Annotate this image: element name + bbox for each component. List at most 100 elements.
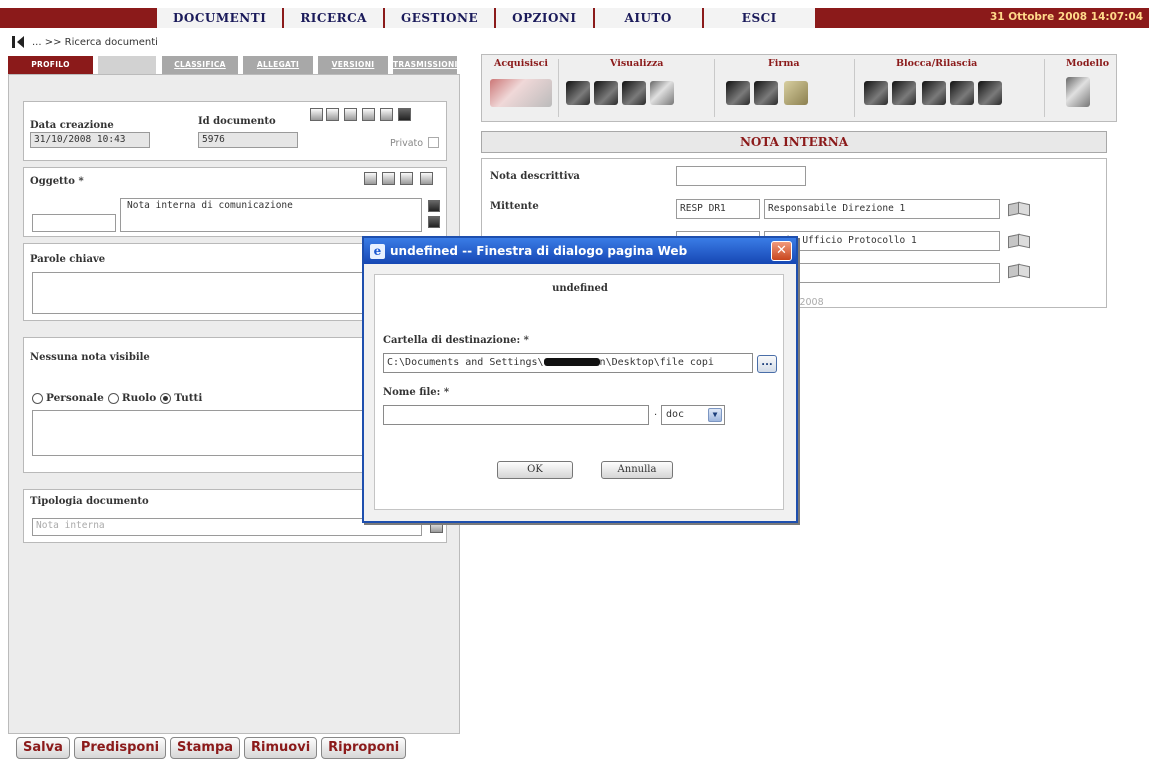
radio-tutti[interactable] [160, 392, 172, 404]
menu-ricerca[interactable]: RICERCA [284, 8, 385, 28]
rimuovi-button[interactable]: Rimuovi [244, 737, 318, 759]
copy-icon[interactable] [326, 108, 339, 121]
oggetto-scroll-up-icon[interactable] [428, 200, 440, 212]
menu-gestione[interactable]: GESTIONE [384, 8, 497, 28]
radio-personale[interactable] [32, 392, 43, 404]
data-creazione-field: 31/10/2008 10:43 [30, 132, 150, 148]
tab-blank[interactable] [98, 56, 156, 74]
print-icon[interactable] [398, 108, 411, 121]
menu-opzioni[interactable]: OPZIONI [496, 8, 595, 28]
oggetto-label: Oggetto * [30, 176, 84, 187]
extension-value: doc [666, 409, 685, 420]
mittente-code-input[interactable]: RESP DR1 [676, 199, 760, 219]
menu-aiuto[interactable]: AIUTO [594, 8, 704, 28]
tipologia-label: Tipologia documento [30, 496, 149, 507]
nota-descrittiva-input[interactable] [676, 166, 806, 186]
conoscenza-input[interactable] [764, 263, 1000, 283]
folder-value-prefix: C:\Documents and Settings\ [387, 357, 544, 368]
oggetto-tool-icon-3[interactable] [400, 172, 413, 185]
radio-ruolo-label: Ruolo [121, 392, 157, 404]
checkout-icon[interactable] [864, 81, 888, 105]
mittente-desc-input[interactable]: Responsabile Direzione 1 [764, 199, 1000, 219]
back-icon[interactable] [12, 36, 24, 48]
lock-icon[interactable] [922, 81, 946, 105]
ie-icon: e [370, 244, 385, 259]
breadcrumb-text[interactable]: ... >> Ricerca documenti [32, 37, 158, 48]
privato-checkbox[interactable] [428, 137, 439, 148]
cosign-icon[interactable] [754, 81, 778, 105]
document-icon[interactable] [362, 108, 375, 121]
riproponi-button[interactable]: Riproponi [321, 737, 407, 759]
note-visibility-radio-group: Personale Ruolo Tutti [32, 392, 202, 404]
datetime: 31 Ottobre 2008 14:07:04 [989, 11, 1143, 23]
breadcrumb: ... >> Ricerca documenti [12, 36, 158, 48]
toolbar-acquisisci-label: Acquisisci [494, 58, 549, 69]
filename-input[interactable] [383, 405, 649, 425]
document-tabs: PROFILO CLASSIFICA ALLEGATI VERSIONI TRA… [8, 56, 458, 74]
toolbar-blocca-label: Blocca/Rilascia [896, 58, 978, 69]
template-icon[interactable] [1066, 77, 1090, 107]
view-pdf-icon[interactable] [622, 81, 646, 105]
view-document-icon[interactable] [566, 81, 590, 105]
extension-select[interactable]: doc ▼ [661, 405, 725, 425]
nota-interna-header: NOTA INTERNA [481, 131, 1107, 153]
oggetto-textarea[interactable]: Nota interna di comunicazione [120, 198, 422, 232]
smartcard-icon[interactable] [784, 81, 808, 105]
tab-trasmissioni[interactable]: TRASMISSIONI [393, 56, 457, 74]
checkin-icon[interactable] [892, 81, 916, 105]
tab-allegati-label: ALLEGATI [256, 60, 300, 69]
chevron-down-icon[interactable]: ▼ [708, 408, 722, 422]
folder-input[interactable]: C:\Documents and Settings\ n\Desktop\file… [383, 353, 753, 373]
mittente-address-book-icon[interactable] [1008, 201, 1030, 215]
toolbar-visualizza-label: Visualizza [610, 58, 664, 69]
radio-tutti-label: Tutti [174, 392, 203, 404]
oggetto-tool-icon-4[interactable] [420, 172, 433, 185]
radio-ruolo[interactable] [107, 392, 119, 404]
annulla-button[interactable]: Annulla [601, 461, 673, 479]
unlock-icon[interactable] [950, 81, 974, 105]
confirm-icon[interactable] [978, 81, 1002, 105]
tab-versioni-label: VERSIONI [331, 60, 375, 69]
oggetto-tool-icon-2[interactable] [382, 172, 395, 185]
folder-value-suffix: n\Desktop\file copi [599, 357, 714, 368]
conoscenza-address-book-icon[interactable] [1008, 263, 1030, 277]
note-label: Nessuna nota visibile [30, 352, 150, 363]
nota-descrittiva-label: Nota descrittiva [490, 171, 580, 182]
document-action-icon[interactable] [310, 108, 323, 121]
salva-button[interactable]: Salva [16, 737, 70, 759]
toolbar-separator [854, 59, 855, 117]
oggetto-section: Oggetto * Nota interna di comunicazione [23, 167, 447, 237]
parole-chiave-label: Parole chiave [30, 254, 106, 265]
destinatario-address-book-icon[interactable] [1008, 233, 1030, 247]
view-refresh-icon[interactable] [650, 81, 674, 105]
toolbar-modello-label: Modello [1066, 58, 1110, 69]
id-documento-label: Id documento [198, 116, 276, 127]
oggetto-code-input[interactable] [32, 214, 116, 232]
stampa-button[interactable]: Stampa [170, 737, 241, 759]
save-file-dialog: e undefined -- Finestra di dialogo pagin… [362, 236, 798, 523]
top-strip [0, 0, 1149, 8]
browse-button[interactable]: ... [757, 355, 777, 373]
view-edit-icon[interactable] [594, 81, 618, 105]
menu-esci[interactable]: ESCI [703, 8, 817, 28]
mittente-label: Mittente [490, 201, 539, 212]
oggetto-tool-icon-1[interactable] [364, 172, 377, 185]
dialog-close-button[interactable]: ✕ [771, 241, 792, 261]
destinatario-desc-input[interactable]: tario Ufficio Protocollo 1 [764, 231, 1000, 251]
properties-icon[interactable] [344, 108, 357, 121]
tab-profilo[interactable]: PROFILO [8, 56, 93, 74]
predisponi-button[interactable]: Predisponi [73, 737, 167, 759]
oggetto-scroll-down-icon[interactable] [428, 216, 440, 228]
tab-allegati[interactable]: ALLEGATI [243, 56, 313, 74]
stamp-icon[interactable] [380, 108, 393, 121]
menu-documenti[interactable]: DOCUMENTI [157, 8, 285, 28]
sign-icon[interactable] [726, 81, 750, 105]
document-toolbar: Acquisisci Visualizza Firma Blocca/Rilas… [481, 54, 1117, 122]
acquisisci-scanner-icon[interactable] [490, 79, 552, 107]
dialog-titlebar[interactable]: e undefined -- Finestra di dialogo pagin… [364, 238, 796, 264]
tab-classifica[interactable]: CLASSIFICA [162, 56, 238, 74]
toolbar-separator [1044, 59, 1045, 117]
tab-versioni[interactable]: VERSIONI [318, 56, 388, 74]
folder-label: Cartella di destinazione: * [383, 335, 529, 346]
ok-button[interactable]: OK [497, 461, 573, 479]
